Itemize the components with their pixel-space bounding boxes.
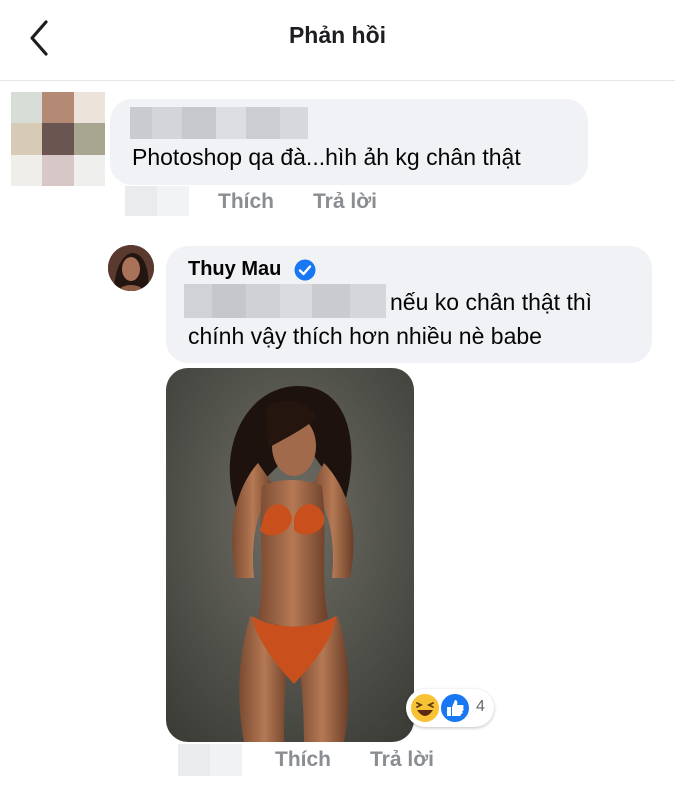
reply-button[interactable]: Trả lời [313, 190, 377, 214]
haha-icon [409, 692, 441, 724]
verified-badge-icon [294, 259, 316, 281]
comment-text: Photoshop qa đà...hìh ảh kg chân thật [132, 144, 521, 170]
reply-author-avatar[interactable] [108, 245, 154, 291]
reply-like-button[interactable]: Thích [275, 748, 331, 772]
photo-illustration [166, 368, 414, 742]
page-title: Phản hồi [288, 22, 387, 48]
like-icon [439, 692, 471, 724]
commenter-avatar[interactable] [11, 92, 105, 186]
comment-bubble: Photoshop qa đà...hìh ảh kg chân thật [110, 99, 588, 185]
reply-text-line2: chính vậy thích hơn nhiều nè babe [188, 323, 542, 349]
reply-text-line1: nếu ko chân thật thì [390, 289, 593, 315]
reaction-summary[interactable]: 4 [406, 689, 494, 727]
like-button[interactable]: Thích [218, 190, 274, 214]
comment-timestamp-redacted [125, 186, 189, 216]
reply-photo[interactable] [166, 368, 414, 742]
mentioned-name-redacted[interactable] [184, 284, 386, 318]
avatar-portrait-icon [108, 245, 154, 291]
commenter-name-redacted[interactable] [130, 107, 308, 139]
header-bar: Phản hồi [0, 0, 675, 81]
reply-timestamp-redacted [178, 744, 242, 776]
reply-reply-button[interactable]: Trả lời [370, 748, 434, 772]
reaction-count: 4 [476, 698, 485, 715]
reply-author-name[interactable]: Thuy Mau [188, 258, 281, 281]
